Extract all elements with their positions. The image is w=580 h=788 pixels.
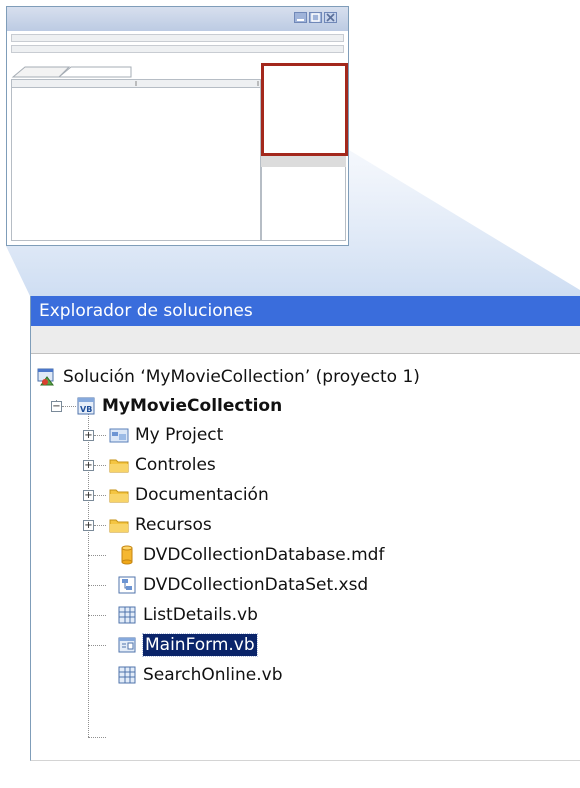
thumbnail-toolbar [11,45,344,53]
tree-row-searchonline[interactable]: SearchOnline.vb [117,660,283,690]
tree-row-solution[interactable]: Solución ‘MyMovieCollection’ (proyecto 1… [37,362,420,392]
tree-guide [94,435,106,436]
expand-toggle[interactable]: + [83,520,94,531]
tree-label: Controles [135,455,216,475]
thumbnail-menu-bar [11,34,344,42]
tree-label: SearchOnline.vb [143,665,283,685]
vb-form-icon [118,637,136,653]
tree-row-recursos[interactable]: Recursos [109,510,212,540]
tree-label: Solución ‘MyMovieCollection’ (proyecto 1… [63,367,420,387]
tree-label: ListDetails.vb [143,605,258,625]
tree-label: Recursos [135,515,212,535]
tree-row-mainform[interactable]: MainForm.vb [117,630,258,660]
tree-row-dataset[interactable]: DVDCollectionDataSet.xsd [117,570,368,600]
tree-row-listdetails[interactable]: ListDetails.vb [117,600,258,630]
thumbnail-editor-area [11,87,261,241]
folder-icon [109,489,129,503]
maximize-icon [309,12,322,23]
solution-tree: Solución ‘MyMovieCollection’ (proyecto 1… [31,354,580,760]
tree-row-project[interactable]: VB MyMovieCollection [76,391,282,421]
folder-icon [109,519,129,533]
expand-toggle[interactable]: + [83,430,94,441]
panel-title[interactable]: Explorador de soluciones [31,296,580,326]
collapse-toggle[interactable]: − [51,401,62,412]
tree-row-documentacion[interactable]: Documentación [109,480,269,510]
tree-label: DVDCollectionDatabase.mdf [143,545,385,565]
tree-guide [94,465,106,466]
vb-form-icon [118,666,136,684]
tree-guide [88,615,106,616]
folder-icon [109,459,129,473]
tree-guide [88,555,106,556]
tree-label: Documentación [135,485,269,505]
solution-explorer-panel: Explorador de soluciones Solución ‘MyMov… [30,296,580,761]
thumbnail-properties-header [261,155,346,167]
dataset-icon [118,576,136,594]
close-icon [324,12,337,23]
ide-thumbnail [6,6,349,246]
thumbnail-highlight-frame [261,63,348,156]
panel-toolbar [31,326,580,354]
expand-toggle[interactable]: + [83,460,94,471]
tree-label-selected: MainForm.vb [142,633,258,657]
vb-project-icon: VB [77,397,95,415]
svg-text:VB: VB [80,405,92,414]
my-project-icon [109,428,129,443]
tree-row-database[interactable]: DVDCollectionDatabase.mdf [117,540,384,570]
database-icon [121,545,133,565]
tree-label: My Project [135,425,224,445]
minimize-icon [294,12,307,23]
tree-guide [88,585,106,586]
tree-label: DVDCollectionDataSet.xsd [143,575,369,595]
tree-guide [94,525,106,526]
thumbnail-title-bar [7,7,348,31]
tree-label: MyMovieCollection [102,396,283,416]
solution-icon [37,368,54,386]
tree-guide [88,737,106,738]
tree-row-my-project[interactable]: My Project [109,420,223,450]
tree-guide [88,645,106,646]
tree-row-controles[interactable]: Controles [109,450,216,480]
vb-form-icon [118,606,136,624]
tree-guide [62,406,76,407]
tree-guide [94,495,106,496]
expand-toggle[interactable]: + [83,490,94,501]
